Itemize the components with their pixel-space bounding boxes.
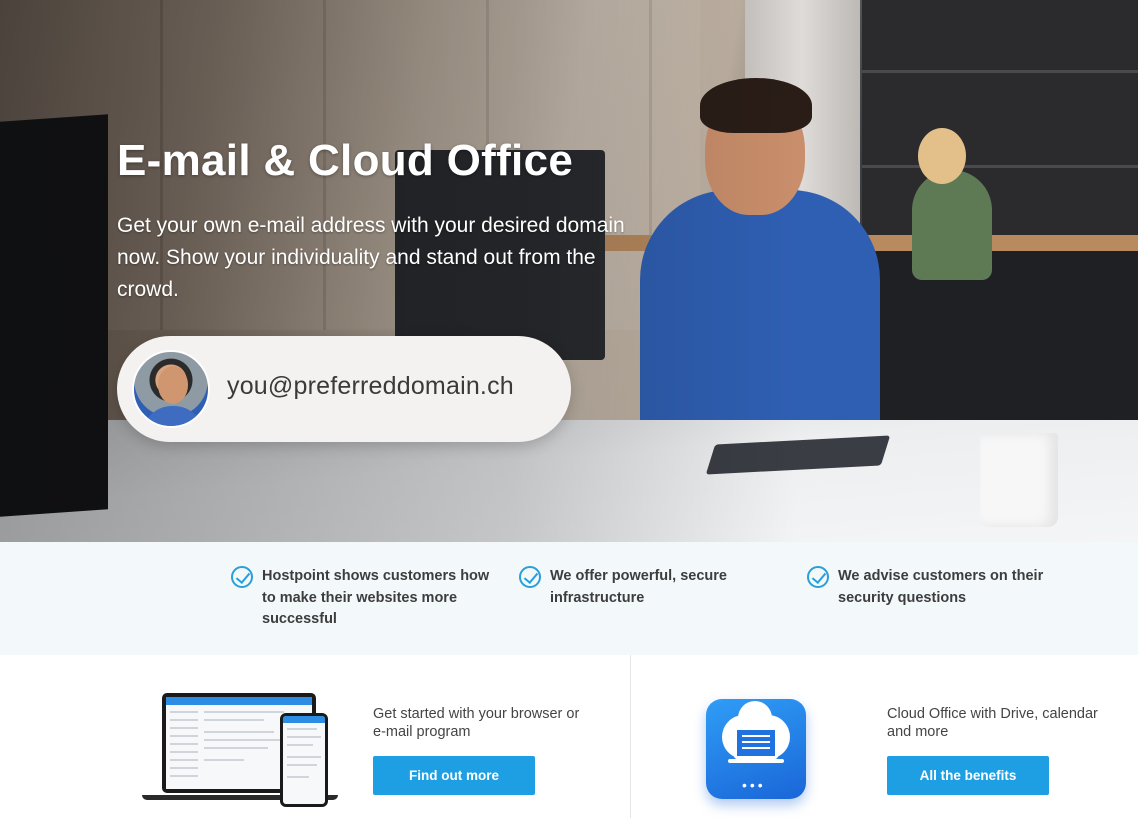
cloud-office-icon: ••• [706,699,806,799]
hero-subtitle: Get your own e-mail address with your de… [117,214,625,301]
find-out-more-button[interactable]: Find out more [373,756,535,795]
avatar-shirt [142,406,204,426]
all-the-benefits-button[interactable]: All the benefits [887,756,1049,795]
feature-text: We advise customers on their security qu… [838,568,1044,606]
phone-illustration [280,713,328,807]
avatar [132,350,210,428]
cloud-card-description: Cloud Office with Drive, calendar and mo… [887,706,1098,740]
check-circle-icon [231,566,253,588]
hero-banner: E-mail & Cloud Office Get your own e-mai… [0,0,1138,542]
check-circle-icon [807,566,829,588]
card-divider [630,655,631,818]
email-card-description: Get started with your browser or e-mail … [373,706,580,740]
devices-icon [140,691,338,807]
feature-text: We offer powerful, secure infrastructure [550,568,727,606]
feature-text: Hostpoint shows customers how to make th… [262,568,490,627]
page-title: E-mail & Cloud Office [117,136,574,185]
product-cards: Get started with your browser or e-mail … [0,655,1138,818]
email-address-badge: you@preferreddomain.ch [117,336,571,442]
features-strip: Hostpoint shows customers how to make th… [0,542,1138,655]
avatar-face [158,366,188,404]
check-circle-icon [519,566,541,588]
email-example-text: you@preferreddomain.ch [227,372,514,400]
